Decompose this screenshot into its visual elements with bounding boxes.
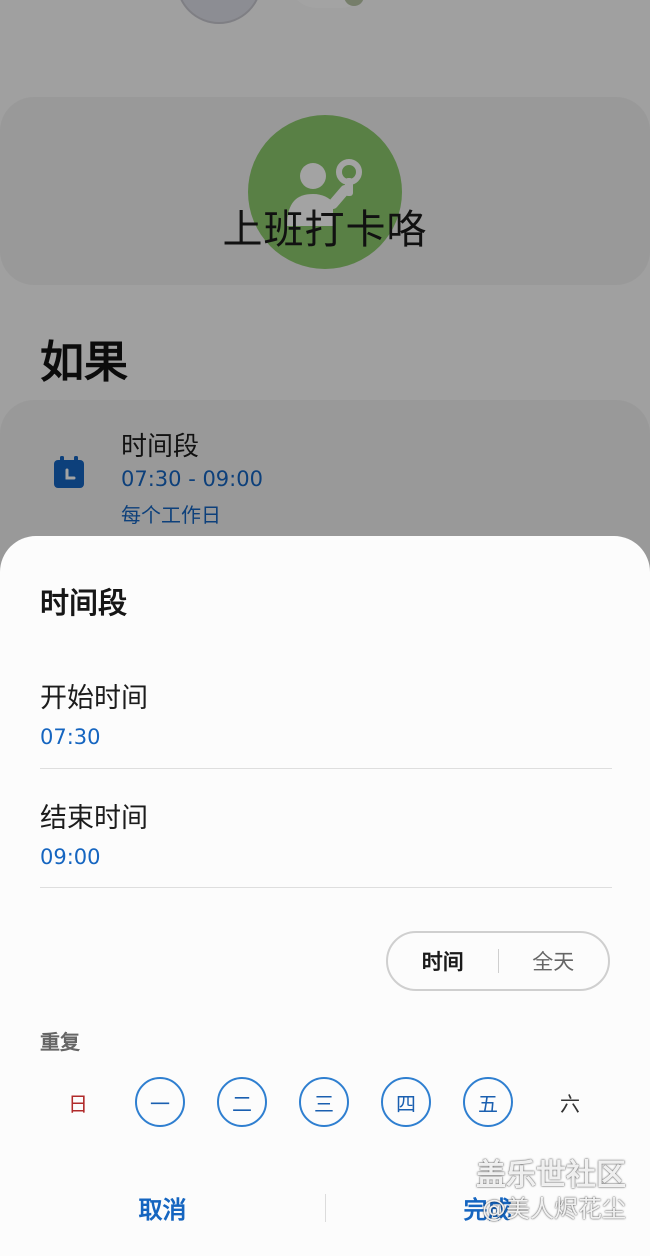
repeat-label: 重复: [40, 1030, 80, 1054]
sheet-actions: 取消 完成: [0, 1172, 650, 1242]
day-saturday[interactable]: 六: [545, 1077, 595, 1127]
sheet-title: 时间段: [40, 586, 128, 620]
end-time-value: 09:00: [40, 845, 101, 869]
end-time-row[interactable]: 结束时间 09:00: [40, 796, 612, 869]
day-sunday[interactable]: 日: [53, 1077, 103, 1127]
all-day-mode-option[interactable]: 全天: [499, 946, 609, 976]
divider: [40, 887, 612, 888]
start-time-row[interactable]: 开始时间 07:30: [40, 676, 612, 749]
done-button[interactable]: 完成: [325, 1172, 650, 1242]
day-thursday[interactable]: 四: [381, 1077, 431, 1127]
divider: [40, 768, 612, 769]
time-mode-toggle: 时间 全天: [386, 931, 610, 991]
day-tuesday[interactable]: 二: [217, 1077, 267, 1127]
end-time-label: 结束时间: [40, 803, 148, 834]
time-period-sheet: 时间段 开始时间 07:30 结束时间 09:00 时间 全天 重复 日 一 二…: [0, 536, 650, 1256]
time-mode-option[interactable]: 时间: [388, 946, 498, 976]
day-wednesday[interactable]: 三: [299, 1077, 349, 1127]
cancel-button[interactable]: 取消: [0, 1172, 325, 1242]
day-friday[interactable]: 五: [463, 1077, 513, 1127]
start-time-label: 开始时间: [40, 683, 148, 714]
start-time-value: 07:30: [40, 725, 101, 749]
repeat-day-picker: 日 一 二 三 四 五 六: [53, 1077, 599, 1127]
day-monday[interactable]: 一: [135, 1077, 185, 1127]
